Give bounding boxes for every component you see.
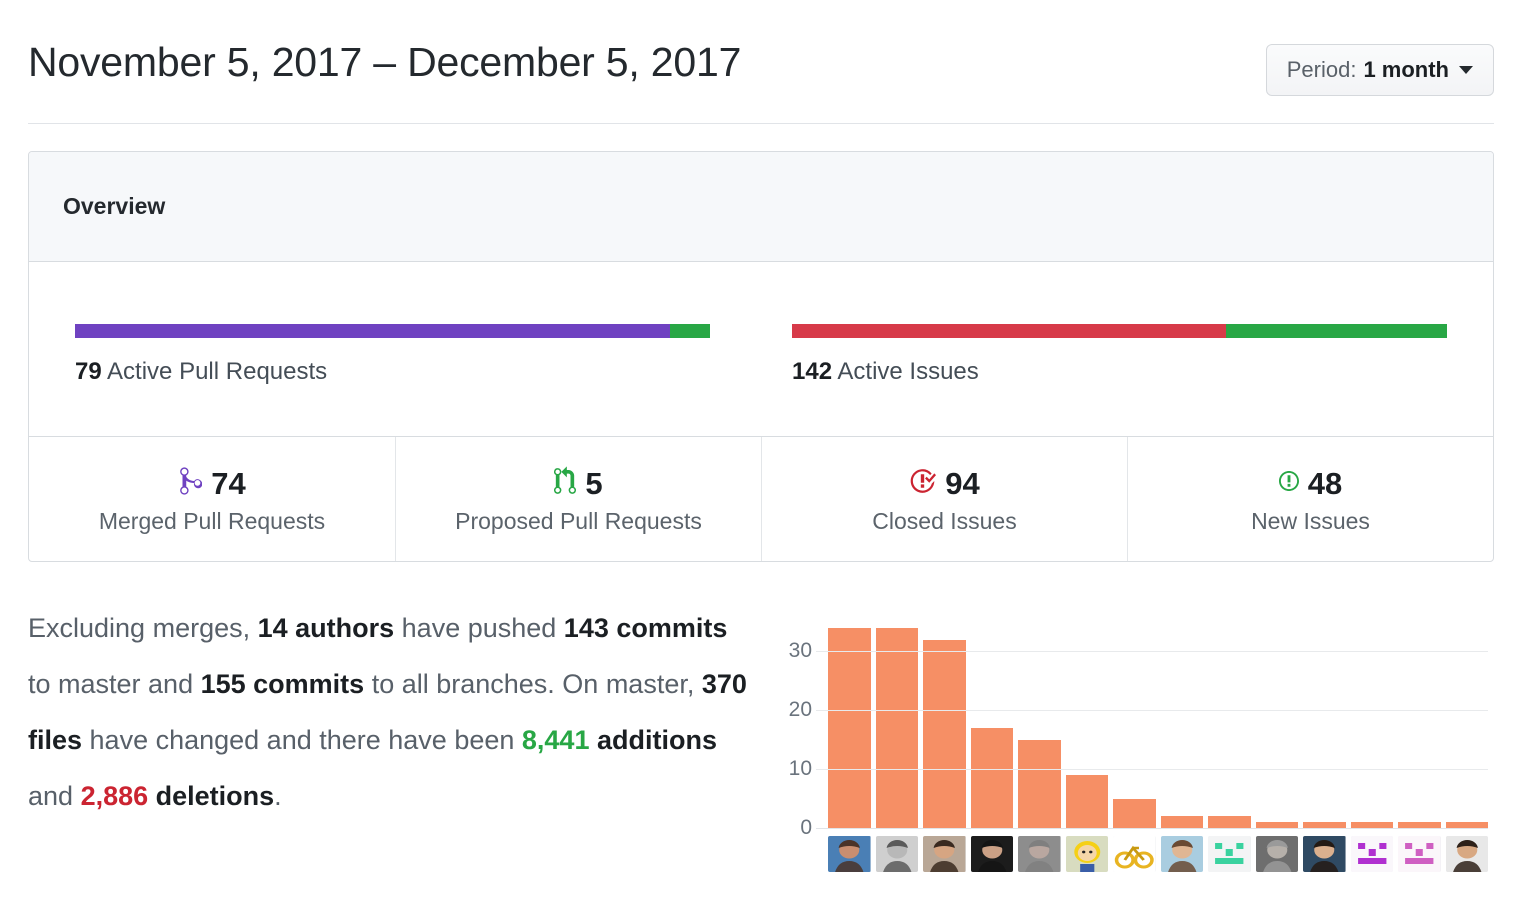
summary-text-2: have pushed xyxy=(394,613,564,643)
stat-closed-label: Closed Issues xyxy=(872,507,1017,534)
overview-card: Overview 79 Active Pull Requests 142 Act xyxy=(28,151,1494,562)
summary-text-5: have changed and there have been xyxy=(82,725,522,755)
issues-block: 142 Active Issues xyxy=(761,262,1459,436)
chart-bar[interactable] xyxy=(1113,798,1156,828)
overview-card-header: Overview xyxy=(29,152,1493,262)
avatar-8[interactable] xyxy=(1160,836,1203,872)
header-divider xyxy=(28,123,1494,124)
chart-plot-area: 0 10 20 30 xyxy=(789,616,1488,839)
pull-requests-progress-bar xyxy=(75,324,710,338)
pull-requests-block: 79 Active Pull Requests xyxy=(63,262,761,436)
stat-merged-value-row: 74 xyxy=(178,465,246,503)
avatar-1[interactable] xyxy=(828,836,871,872)
chart-y-tick-label: 20 xyxy=(788,698,812,722)
summary-commits-all: 155 commits xyxy=(200,669,365,699)
summary-text-4: to all branches. On master, xyxy=(364,669,702,699)
new-issues-segment xyxy=(1225,324,1447,338)
chart-bar[interactable] xyxy=(1208,816,1251,828)
stat-new-label: New Issues xyxy=(1251,507,1370,534)
chart-bar[interactable] xyxy=(1018,739,1061,828)
stat-proposed-value-row: 5 xyxy=(554,465,603,503)
active-pull-requests-caption: 79 Active Pull Requests xyxy=(75,358,327,386)
issue-closed-icon xyxy=(909,466,937,501)
avatar-2[interactable] xyxy=(875,836,918,872)
summary-text-7: . xyxy=(274,781,282,811)
stat-merged-label: Merged Pull Requests xyxy=(98,507,326,534)
issue-opened-icon xyxy=(1278,466,1299,501)
stat-proposed-value: 5 xyxy=(585,466,603,501)
avatar-10[interactable] xyxy=(1255,836,1298,872)
chart-bar[interactable] xyxy=(875,627,918,828)
chart-y-tick-label: 30 xyxy=(788,639,812,663)
avatar-9[interactable] xyxy=(1208,836,1251,872)
stat-merged-value: 74 xyxy=(211,466,246,501)
chart-bar[interactable] xyxy=(970,727,1013,828)
chart-y-tick-label: 10 xyxy=(788,757,812,781)
period-dropdown-button[interactable]: Period: 1 month xyxy=(1265,44,1494,96)
active-issues-count: 142 xyxy=(792,358,833,385)
avatar-3[interactable] xyxy=(923,836,966,872)
stat-new-value-row: 48 xyxy=(1278,465,1343,503)
avatar-13[interactable] xyxy=(1398,836,1441,872)
chart-bar[interactable] xyxy=(1160,816,1203,828)
avatar-7[interactable] xyxy=(1113,836,1156,872)
active-issues-caption: 142 Active Issues xyxy=(792,358,979,386)
stat-closed-value-row: 94 xyxy=(909,465,980,503)
overview-bars-row: 79 Active Pull Requests 142 Active Issue… xyxy=(29,262,1493,436)
merged-pull-requests-segment xyxy=(75,324,670,338)
avatar-12[interactable] xyxy=(1350,836,1393,872)
chevron-down-icon xyxy=(1459,66,1473,74)
stat-merged-pull-requests[interactable]: 74 Merged Pull Requests xyxy=(29,437,395,561)
summary-text-3: to master and xyxy=(28,669,201,699)
summary-authors: 14 authors xyxy=(257,613,395,643)
chart-bar[interactable] xyxy=(828,627,871,828)
git-merge-icon xyxy=(178,466,203,501)
chart-gridline xyxy=(816,710,1488,712)
summary-commits-master: 143 commits xyxy=(563,613,728,643)
commit-summary-text: Excluding merges, 14 authors have pushed… xyxy=(28,600,756,824)
chart-gridline xyxy=(816,828,1488,829)
chart-gridline xyxy=(816,651,1488,653)
proposed-pull-requests-segment xyxy=(669,324,710,338)
active-pull-requests-label: Active Pull Requests xyxy=(101,358,328,385)
period-dropdown-value: 1 month xyxy=(1363,57,1449,82)
chart-bar[interactable] xyxy=(1065,775,1108,828)
avatar-14[interactable] xyxy=(1445,836,1488,872)
summary-text-1: Excluding merges, xyxy=(28,613,258,643)
period-dropdown-label: Period: xyxy=(1286,57,1357,82)
chart-gridline xyxy=(816,769,1488,771)
stat-proposed-label: Proposed Pull Requests xyxy=(455,507,702,534)
stat-closed-issues[interactable]: 94 Closed Issues xyxy=(761,437,1127,561)
git-pull-request-icon xyxy=(554,466,577,501)
issues-progress-bar xyxy=(792,324,1447,338)
pulse-page: November 5, 2017 – December 5, 2017 Peri… xyxy=(0,0,1522,902)
page-header: November 5, 2017 – December 5, 2017 Peri… xyxy=(28,34,1494,106)
active-pull-requests-count: 79 xyxy=(75,358,102,385)
stat-closed-value: 94 xyxy=(945,466,980,501)
avatar-5[interactable] xyxy=(1018,836,1061,872)
chart-bar[interactable] xyxy=(923,639,966,828)
avatar-11[interactable] xyxy=(1303,836,1346,872)
chart-y-tick-label: 0 xyxy=(800,816,812,839)
avatar-6[interactable] xyxy=(1065,836,1108,872)
summary-deletions-count: 2,886 xyxy=(80,781,149,811)
stat-new-value: 48 xyxy=(1307,466,1343,501)
chart-bars xyxy=(828,616,1488,828)
chart-author-avatars xyxy=(828,836,1488,872)
closed-issues-segment xyxy=(792,324,1226,338)
summary-text-6: and xyxy=(28,781,81,811)
stat-new-issues[interactable]: 48 New Issues xyxy=(1127,437,1493,561)
active-issues-label: Active Issues xyxy=(832,358,979,385)
overview-title: Overview xyxy=(63,193,166,219)
summary-deletions-label: deletions xyxy=(148,781,275,811)
stat-proposed-pull-requests[interactable]: 5 Proposed Pull Requests xyxy=(395,437,761,561)
page-title: November 5, 2017 – December 5, 2017 xyxy=(28,39,742,85)
summary-additions-label: additions xyxy=(589,725,717,755)
avatar-4[interactable] xyxy=(970,836,1013,872)
commits-per-author-chart: 0 10 20 30 xyxy=(778,608,1494,888)
overview-stats-row: 74 Merged Pull Requests 5 Proposed Pull … xyxy=(29,436,1493,561)
summary-additions-count: 8,441 xyxy=(521,725,590,755)
